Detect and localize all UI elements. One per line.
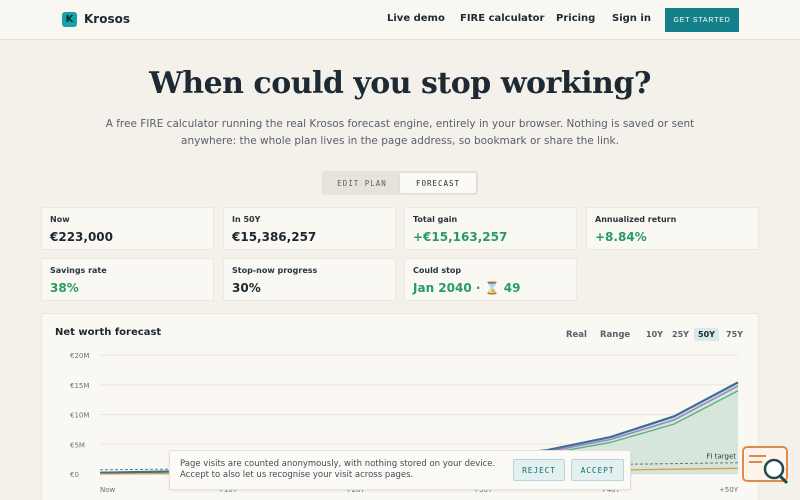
chart-title: Net worth forecast <box>55 327 162 338</box>
range-75y-button[interactable]: 75Y <box>722 328 747 341</box>
stat-card-total-gain: Total gain +€15,163,257 <box>404 207 577 250</box>
stat-card-stop-now-progress: Stop-now progress 30% <box>223 258 396 301</box>
view-toggle: EDIT PLAN FORECAST <box>322 171 478 195</box>
y-tick-label: €15M <box>70 382 89 390</box>
range-toggle[interactable]: Range <box>600 330 630 340</box>
cookie-text: Page visits are counted anonymously, wit… <box>180 459 496 480</box>
cookie-banner: Page visits are counted anonymously, wit… <box>169 450 631 490</box>
stat-value: Jan 2040 · ⌛ 49 <box>413 281 521 295</box>
stat-card-annualized-return: Annualized return +8.84% <box>586 207 759 250</box>
stat-label: Now <box>50 215 70 224</box>
chat-search-icon[interactable] <box>742 446 790 486</box>
stat-label: Annualized return <box>595 215 677 224</box>
nav-link-fire-calculator[interactable]: FIRE calculator <box>460 13 544 24</box>
stat-label: Could stop <box>413 266 462 275</box>
stat-value: +€15,163,257 <box>413 230 508 244</box>
page-title: When could you stop working? <box>149 66 651 101</box>
krosos-logo-icon[interactable]: K <box>62 12 77 27</box>
range-50y-button[interactable]: 50Y <box>694 328 719 341</box>
nav-link-live-demo[interactable]: Live demo <box>387 13 445 24</box>
nav-link-sign-in[interactable]: Sign in <box>612 13 651 24</box>
y-tick-label: €10M <box>70 412 89 420</box>
page-subtitle: A free FIRE calculator running the real … <box>105 118 695 147</box>
stat-card-in-50y: In 50Y €15,386,257 <box>223 207 396 250</box>
stat-value: +8.84% <box>595 230 647 244</box>
x-tick-label: Now <box>100 486 116 494</box>
stat-label: In 50Y <box>232 215 261 224</box>
y-tick-label: €20M <box>70 352 89 360</box>
stat-value: 30% <box>232 281 261 295</box>
stat-label: Savings rate <box>50 266 107 275</box>
stat-label: Total gain <box>413 215 458 224</box>
tab-forecast[interactable]: FORECAST <box>400 173 476 193</box>
top-nav: K Krosos Live demo FIRE calculator Prici… <box>0 0 800 40</box>
stat-card-could-stop: Could stop Jan 2040 · ⌛ 49 <box>404 258 577 301</box>
fi-target-label: FI target <box>706 453 736 461</box>
x-tick-label: +50Y <box>719 486 739 494</box>
brand-name[interactable]: Krosos <box>84 12 130 26</box>
stat-value: €223,000 <box>50 230 114 244</box>
stat-card-now: Now €223,000 <box>41 207 214 250</box>
reject-cookies-button[interactable]: REJECT <box>513 459 565 481</box>
stat-card-savings-rate: Savings rate 38% <box>41 258 214 301</box>
range-10y-button[interactable]: 10Y <box>642 328 667 341</box>
y-tick-label: €5M <box>70 441 85 449</box>
range-25y-button[interactable]: 25Y <box>668 328 693 341</box>
tab-edit-plan[interactable]: EDIT PLAN <box>324 173 400 193</box>
accept-cookies-button[interactable]: ACCEPT <box>571 459 624 481</box>
nav-link-pricing[interactable]: Pricing <box>556 13 595 24</box>
get-started-button[interactable]: GET STARTED <box>665 8 739 32</box>
real-toggle[interactable]: Real <box>566 330 587 340</box>
stat-value: 38% <box>50 281 79 295</box>
stat-value: €15,386,257 <box>232 230 317 244</box>
stat-label: Stop-now progress <box>232 266 318 275</box>
y-tick-label: €0 <box>70 471 79 479</box>
